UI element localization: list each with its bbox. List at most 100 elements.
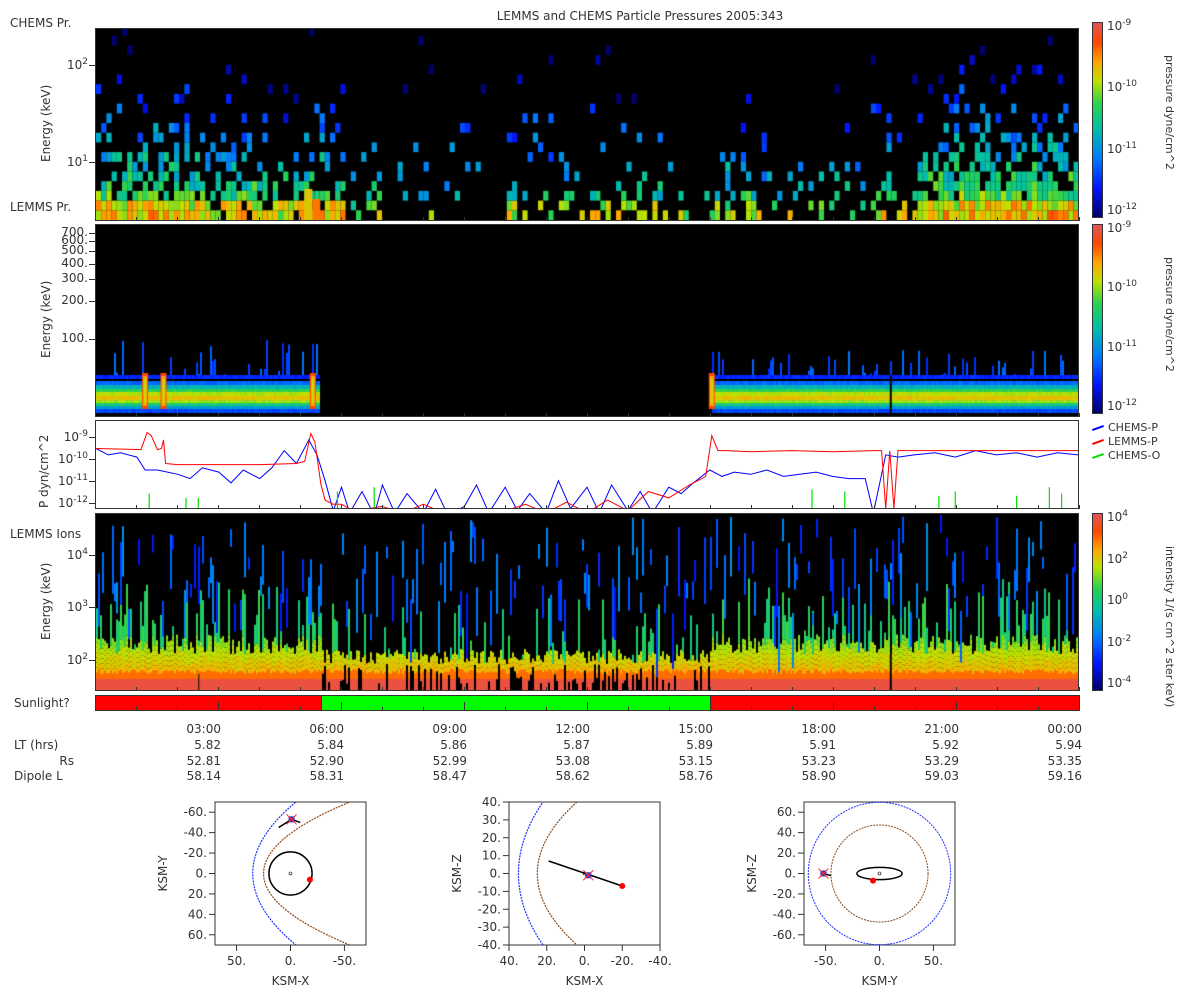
legend-label: CHEMS-P (1108, 421, 1158, 434)
x-tick-mark (710, 505, 711, 509)
ephemeris-value: 58.47 (432, 769, 467, 783)
legend-label: CHEMS-O (1108, 449, 1161, 462)
x-tick-mark (874, 505, 875, 509)
x-axis-label: KSM-Y (861, 974, 898, 988)
y-tick-mark (89, 607, 95, 609)
x-tick-mark (423, 217, 424, 221)
ephemeris-value: 58.31 (309, 769, 344, 783)
x-tick-mark (464, 217, 465, 221)
x-tick-mark (710, 687, 711, 691)
x-tick-label: 0. (285, 954, 296, 968)
orbit-plot-ksm-x-ksm-y: 50. 0. -50. -60. -40. -20. 0. 20. 40. 60. KSM-X KSM… (156, 801, 367, 988)
ephemeris-value: 53.08 (555, 753, 590, 768)
x-tick-mark (628, 687, 629, 691)
y-tick-mark (89, 339, 95, 341)
x-tick-mark (1038, 707, 1039, 711)
x-tick-mark (177, 505, 178, 509)
x-tick-mark (956, 413, 957, 417)
x-tick-mark (792, 217, 793, 221)
x-tick-mark (710, 217, 711, 221)
time-tick-label: 18:00 (801, 722, 836, 736)
x-tick-mark (710, 702, 711, 711)
x-tick-mark (95, 687, 96, 691)
x-tick-mark (95, 702, 96, 711)
x-tick-mark (464, 505, 465, 509)
x-tick-mark (505, 505, 506, 509)
x-tick-mark (915, 413, 916, 417)
x-tick-mark (341, 413, 342, 417)
x-tick-mark (1079, 702, 1080, 711)
time-tick-label: 00:00 (1047, 722, 1082, 736)
lemms-ions-label: LEMMS Ions (10, 527, 82, 541)
x-tick-mark (177, 707, 178, 711)
x-tick-mark (1079, 687, 1080, 691)
time-tick-label: 06:00 (309, 722, 344, 736)
ephemeris-value: 5.92 (932, 738, 959, 752)
x-tick-mark (915, 505, 916, 509)
x-tick-mark (874, 687, 875, 691)
ephemeris-value: 53.15 (678, 753, 713, 768)
ephemeris-value: 5.89 (686, 738, 713, 752)
x-tick-mark (669, 687, 670, 691)
ephemeris-value: 59.16 (1047, 769, 1082, 783)
x-tick-mark (136, 413, 137, 417)
x-tick-mark (341, 217, 342, 221)
y-tick-mark (89, 241, 95, 243)
y-tick-label: 20. (188, 887, 207, 901)
y-tick-mark (89, 65, 95, 67)
x-tick-mark (218, 217, 219, 221)
y-axis-label: Energy (keV) (39, 562, 53, 640)
x-tick-mark (587, 702, 588, 711)
y-tick-mark (89, 263, 95, 265)
x-tick-mark (956, 217, 957, 221)
x-tick-mark (259, 413, 260, 417)
x-tick-mark (751, 217, 752, 221)
y-tick-label: -30. (478, 920, 501, 934)
colorbar-tick-label: 102 (1107, 550, 1129, 566)
x-tick-mark (546, 687, 547, 691)
y-tick-label: -40. (184, 826, 207, 840)
ephemeris-row-label: Rs (59, 753, 74, 768)
legend-swatch (1092, 453, 1104, 459)
y-tick-mark (89, 555, 95, 557)
ephemeris-value: 52.81 (186, 753, 221, 768)
x-tick-mark (95, 217, 96, 221)
time-tick-label: 12:00 (555, 722, 590, 736)
position-marker (619, 883, 626, 890)
x-tick-mark (259, 707, 260, 711)
x-tick-mark (751, 505, 752, 509)
colorbar-label: intensity 1/(s cm^2 ster keV) (1163, 546, 1176, 708)
x-tick-mark (792, 687, 793, 691)
y-tick-mark (89, 301, 95, 303)
x-tick-mark (423, 687, 424, 691)
x-tick-mark (669, 505, 670, 509)
y-tick-label: 10. (482, 849, 501, 863)
x-tick-mark (874, 707, 875, 711)
ephemeris-value: 5.84 (317, 738, 344, 752)
y-tick-label: 20. (777, 846, 796, 860)
y-tick-label: 40. (188, 907, 207, 921)
x-tick-mark (382, 505, 383, 509)
y-axis-label: Energy (keV) (39, 84, 53, 162)
ephemeris-row-label: Dipole L (14, 769, 63, 783)
y-tick-mark (89, 251, 95, 253)
x-tick-mark (587, 217, 588, 221)
x-tick-label: -40. (648, 954, 671, 968)
x-tick-mark (956, 687, 957, 691)
y-tick-label: -60. (184, 805, 207, 819)
y-axis-label: KSM-Z (450, 854, 464, 892)
ephemeris-value: 58.14 (186, 769, 221, 783)
x-tick-mark (792, 413, 793, 417)
lemms-spectrogram-panel (95, 224, 1079, 417)
legend-label: LEMMS-P (1108, 435, 1158, 448)
x-tick-mark (300, 707, 301, 711)
x-tick-mark (833, 702, 834, 711)
y-tick-label: -40. (773, 907, 796, 921)
x-tick-mark (136, 687, 137, 691)
colorbar-tick-label: 10-9 (1107, 18, 1132, 33)
x-tick-label: 40. (499, 954, 518, 968)
x-tick-mark (751, 413, 752, 417)
x-tick-mark (1079, 217, 1080, 221)
x-tick-mark (464, 702, 465, 711)
y-tick-label: 0. (785, 867, 796, 881)
